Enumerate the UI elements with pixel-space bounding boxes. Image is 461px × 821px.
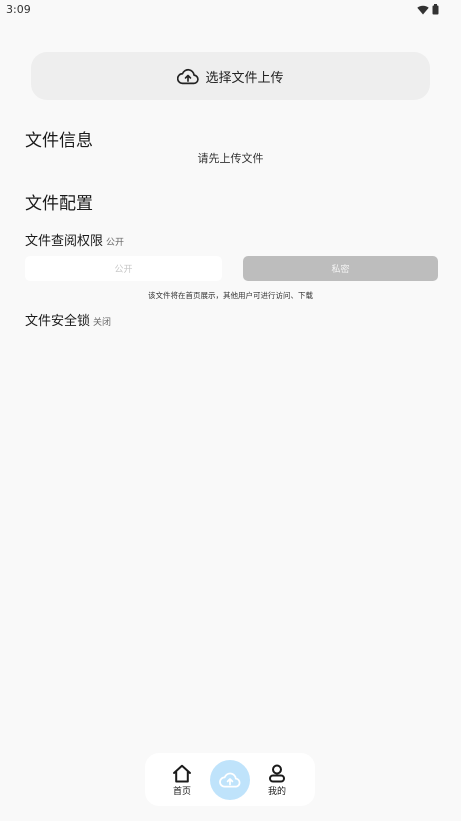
permission-option-private[interactable]: 私密 [243, 256, 438, 281]
file-permission-value: 公开 [106, 238, 125, 248]
nav-mine-label: 我的 [267, 787, 286, 797]
wifi-icon [417, 5, 429, 14]
nav-upload-button[interactable] [210, 760, 250, 800]
upload-hint-text: 请先上传文件 [197, 152, 264, 165]
file-permission-label: 文件查阅权限 [25, 234, 104, 249]
security-lock-label: 文件安全锁 [25, 314, 91, 329]
home-icon [173, 764, 191, 783]
file-permission-row: 文件查阅权限 公开 [25, 230, 124, 249]
battery-icon [432, 4, 439, 15]
cloud-upload-icon [177, 68, 200, 84]
select-file-upload-button[interactable]: 选择文件上传 [31, 52, 430, 100]
file-config-title: 文件配置 [25, 194, 93, 214]
cloud-upload-icon [219, 772, 241, 788]
status-time: 3:09 [6, 3, 31, 16]
security-lock-value: 关闭 [93, 318, 112, 328]
user-icon [269, 764, 285, 783]
permission-note: 该文件将在首页展示，其他用户可进行访问、下载 [148, 291, 313, 300]
select-file-upload-label: 选择文件上传 [205, 70, 284, 86]
nav-home-label: 首页 [172, 787, 191, 797]
status-bar: 3:09 [0, 0, 461, 22]
nav-mine[interactable]: 我的 [262, 764, 292, 797]
permission-option-public[interactable]: 公开 [25, 256, 222, 281]
status-icons [417, 4, 439, 15]
nav-home[interactable]: 首页 [167, 764, 197, 797]
bottom-nav: 首页 我的 [145, 753, 315, 806]
file-info-title: 文件信息 [25, 131, 93, 151]
security-lock-row[interactable]: 文件安全锁 关闭 [25, 310, 111, 329]
